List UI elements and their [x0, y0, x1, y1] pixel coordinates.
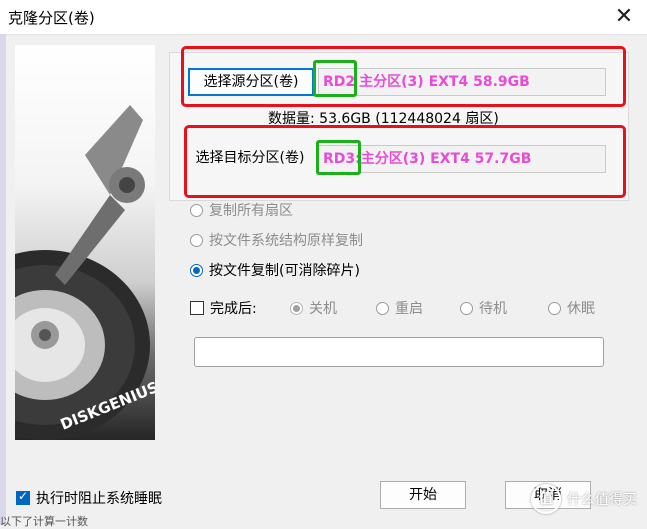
copy-mode-label: 按文件复制(可消除碎片) — [209, 263, 360, 279]
watermark: 值 什么值得买 — [531, 484, 637, 514]
after-option-restart[interactable]: 重启 — [376, 298, 423, 318]
watermark-logo-icon: 值 — [531, 484, 561, 514]
background-window-text: 以下了计算一计数 — [0, 515, 88, 528]
radio-icon[interactable] — [460, 301, 473, 315]
after-option-standby[interactable]: 待机 — [460, 298, 507, 318]
target-id-annotation-box — [316, 140, 361, 175]
diskgenius-hard-drive-image: DISKGENIUS — [15, 45, 155, 440]
close-icon[interactable]: ✕ — [611, 4, 637, 30]
checkbox-checked-icon[interactable] — [16, 489, 30, 505]
after-complete-label: 完成后: — [210, 301, 257, 317]
radio-icon[interactable] — [376, 301, 389, 315]
radio-icon[interactable] — [190, 233, 203, 247]
after-option-hibernate[interactable]: 休眠 — [548, 298, 595, 318]
after-option-label: 重启 — [395, 301, 423, 317]
after-option-label: 休眠 — [567, 301, 595, 317]
after-option-label: 待机 — [479, 301, 507, 317]
after-complete-checkbox[interactable]: 完成后: — [190, 298, 257, 318]
copy-mode-by-file[interactable]: 按文件复制(可消除碎片) — [190, 260, 360, 280]
after-option-shutdown[interactable]: 关机 — [290, 298, 337, 318]
copy-mode-label: 复制所有扇区 — [209, 203, 293, 219]
prevent-sleep-label: 执行时阻止系统睡眠 — [36, 491, 162, 507]
window-title: 克隆分区(卷) — [8, 9, 95, 27]
source-annotation-box — [181, 46, 626, 107]
after-option-label: 关机 — [309, 301, 337, 317]
radio-icon[interactable] — [190, 203, 203, 217]
radio-icon[interactable] — [548, 301, 561, 315]
copy-mode-fs-structure[interactable]: 按文件系统结构原样复制 — [190, 230, 363, 250]
copy-mode-label: 按文件系统结构原样复制 — [209, 233, 363, 249]
background-window-edge — [0, 34, 6, 525]
checkbox-icon[interactable] — [190, 301, 204, 315]
start-label: 开始 — [409, 487, 437, 503]
start-button[interactable]: 开始 — [380, 481, 466, 509]
title-bar: 克隆分区(卷) ✕ — [0, 0, 647, 35]
radio-checked-icon[interactable] — [190, 263, 203, 277]
copy-mode-all-sectors[interactable]: 复制所有扇区 — [190, 200, 293, 220]
watermark-text: 什么值得买 — [567, 492, 637, 508]
target-annotation-box — [184, 125, 626, 198]
radio-checked-icon[interactable] — [290, 301, 303, 315]
status-input-field[interactable] — [194, 337, 604, 367]
prevent-sleep-checkbox[interactable]: 执行时阻止系统睡眠 — [16, 488, 162, 508]
source-id-annotation-box — [313, 60, 357, 97]
